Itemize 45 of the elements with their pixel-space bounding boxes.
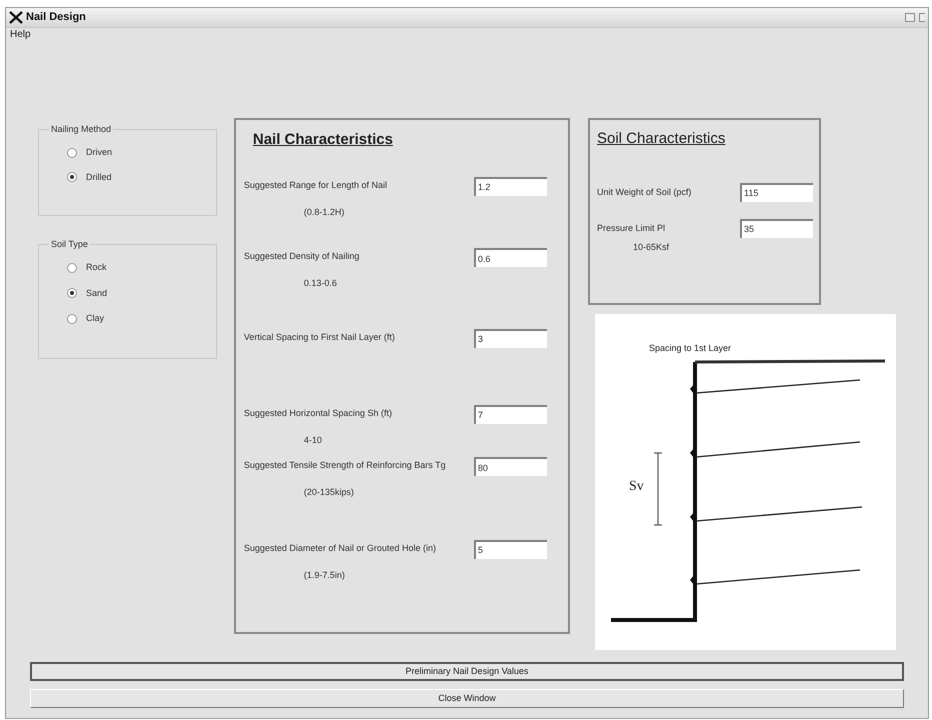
range-hint: (0.8-1.2H): [304, 206, 344, 219]
input-field[interactable]: 115: [740, 182, 813, 202]
field-label: Unit Weight of Soil (pcf): [597, 186, 692, 199]
radio-button[interactable]: [67, 288, 77, 298]
menu-item[interactable]: Help: [10, 27, 31, 42]
range-hint: (20-135kips): [304, 486, 354, 499]
radio-button[interactable]: [67, 262, 77, 273]
input-field[interactable]: 5: [474, 540, 547, 558]
field-label: Vertical Spacing to First Nail Layer (ft): [244, 330, 396, 342]
input-field[interactable]: 35: [740, 218, 813, 238]
window-title: Nail Design: [26, 10, 86, 26]
field-label: Suggested Density of Nailing: [244, 250, 360, 262]
radio-button[interactable]: [67, 148, 77, 158]
input-field[interactable]: 7: [474, 404, 547, 424]
range-hint: 10-65Ksf: [633, 240, 670, 254]
maximize-button[interactable]: [919, 13, 925, 22]
group-title: Soil Type: [49, 238, 90, 252]
minimize-button[interactable]: [905, 13, 915, 22]
field-label: Pressure Limit Pl: [597, 222, 666, 234]
radio-label: Sand: [86, 286, 108, 300]
group-title: Nailing Method: [49, 123, 114, 136]
action-button[interactable]: Preliminary Nail Design Values: [30, 662, 904, 681]
field-label: Suggested Horizontal Spacing Sh (ft): [244, 406, 393, 418]
input-field[interactable]: 80: [474, 457, 547, 476]
radio-button[interactable]: [67, 314, 77, 324]
input-field[interactable]: 0.6: [474, 248, 547, 267]
panel-title: Nail Characteristics: [252, 130, 393, 150]
radio-label: Rock: [86, 261, 107, 274]
diagram-label: Spacing to 1st Layer: [649, 342, 732, 355]
app-icon: [9, 11, 23, 24]
panel-title: Soil Characteristics: [597, 129, 726, 149]
field-label: Suggested Range for Length of Nail: [244, 178, 388, 190]
range-hint: 0.13-0.6: [304, 277, 337, 290]
radio-label: Drilled: [86, 170, 112, 184]
radio-label: Clay: [86, 312, 104, 325]
input-field[interactable]: 3: [474, 328, 547, 348]
action-button[interactable]: Close Window: [30, 689, 904, 708]
field-label: Suggested Diameter of Nail or Grouted Hole (in): [244, 542, 437, 554]
radio-label: Driven: [86, 146, 112, 159]
range-hint: 4-10: [304, 434, 322, 446]
field-label: Suggested Tensile Strength of Reinforcing Bars Tg: [244, 459, 447, 471]
input-field[interactable]: 1.2: [474, 176, 547, 196]
diagram-label: Sv: [629, 478, 644, 496]
radio-button[interactable]: [67, 172, 77, 182]
range-hint: (1.9-7.5in): [304, 568, 345, 582]
